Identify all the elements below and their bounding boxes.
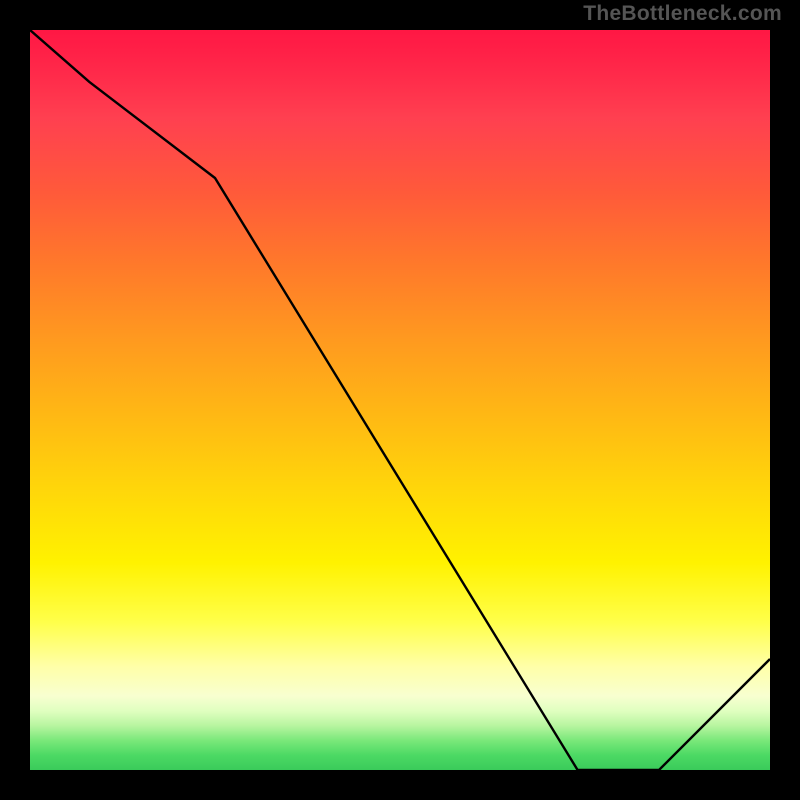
- line-chart-svg: [30, 30, 770, 770]
- plot-area: [30, 30, 770, 770]
- attribution-text: TheBottleneck.com: [583, 2, 782, 26]
- chart-line-path: [30, 30, 770, 770]
